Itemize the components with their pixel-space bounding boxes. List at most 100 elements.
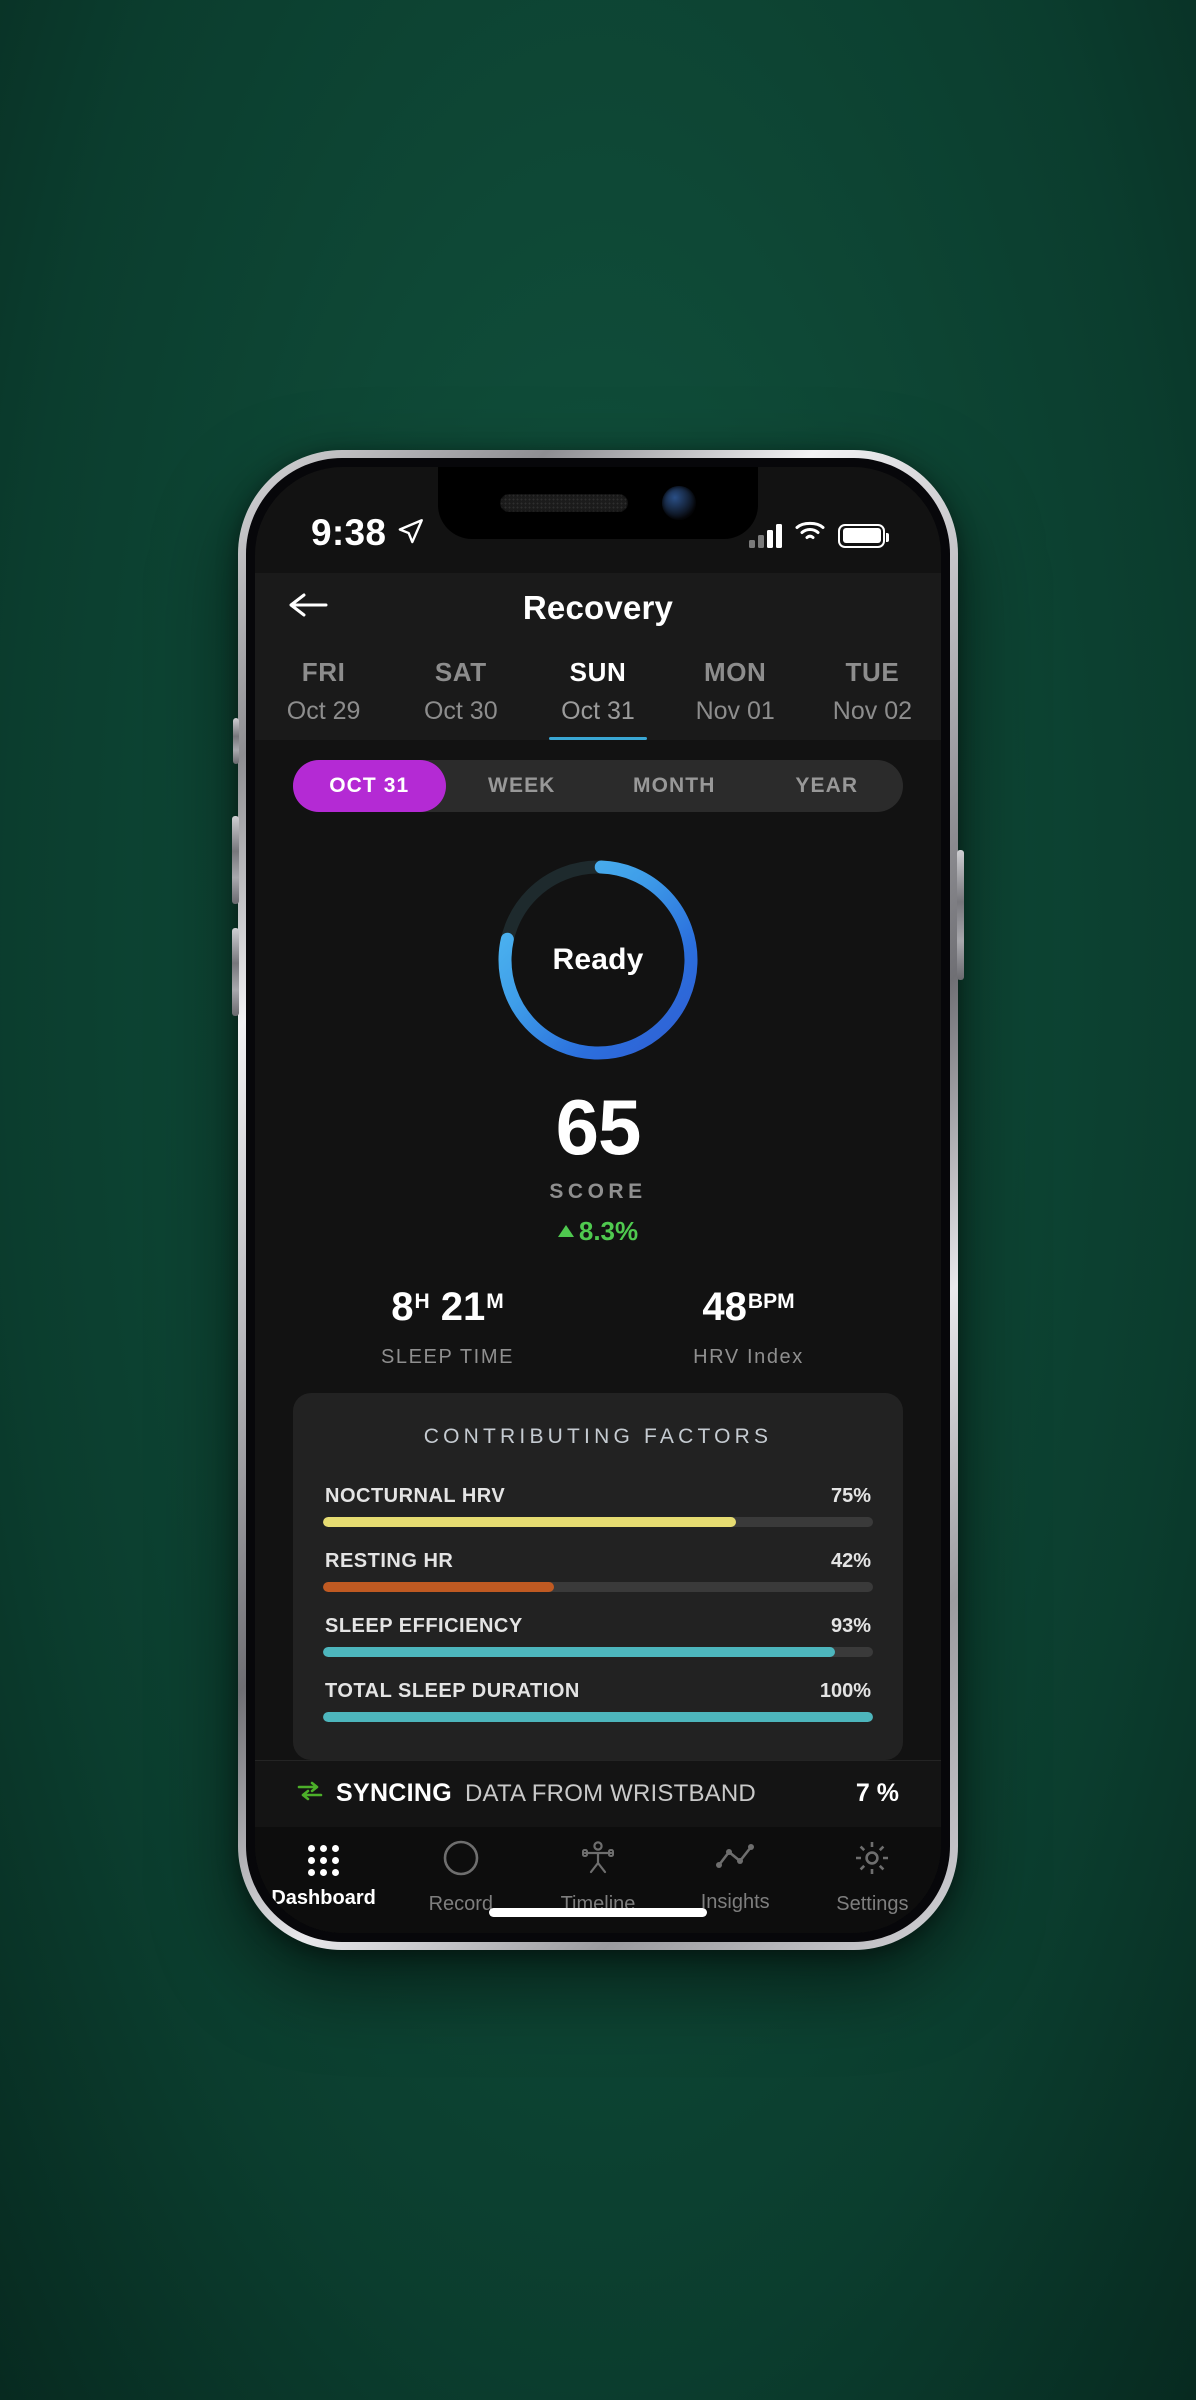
page-title: Recovery (522, 588, 674, 626)
circle-icon (442, 1839, 480, 1882)
recovery-ring-section: Ready (255, 854, 941, 1066)
navigation-bar: Recovery (255, 573, 941, 643)
sync-status-left: SYNCING DATA FROM WRISTBAND (297, 1779, 756, 1808)
phone-screen: Recovery FRI Oct 29 SAT Oct 30 SUN Oct 3… (255, 467, 941, 1933)
factor-header: SLEEP EFFICIENCY 93% (323, 1615, 873, 1638)
volume-down-button[interactable] (232, 928, 239, 1016)
segment-week[interactable]: WEEK (446, 760, 599, 812)
factor-percent: 42% (830, 1549, 871, 1572)
date-item-sat[interactable]: SAT Oct 30 (392, 649, 529, 740)
sync-arrows-icon (297, 1780, 323, 1807)
stats-row: 8 H 21 M SLEEP TIME 48 BPM HRV Index (255, 1285, 941, 1369)
factor-fill (323, 1646, 835, 1657)
date-day: Nov 01 (695, 696, 775, 725)
bottom-tab-bar: Dashboard Record Timeline Insights Setti… (255, 1827, 941, 1933)
stat-value: 48 BPM (598, 1285, 899, 1330)
factor-name: TOTAL SLEEP DURATION (325, 1679, 580, 1702)
date-item-fri[interactable]: FRI Oct 29 (255, 649, 392, 740)
tab-label: Insights (700, 1890, 770, 1913)
battery-icon (838, 523, 889, 548)
tab-dashboard[interactable]: Dashboard (255, 1844, 392, 1910)
grid-dots-icon (308, 1844, 340, 1876)
stat-sleep-time[interactable]: 8 H 21 M SLEEP TIME (297, 1285, 598, 1369)
date-day: Oct 30 (423, 696, 498, 725)
sleep-minutes: 21 (440, 1284, 486, 1329)
factor-row[interactable]: TOTAL SLEEP DURATION 100% (323, 1680, 873, 1722)
tab-settings[interactable]: Settings (804, 1839, 941, 1916)
score-label: SCORE (549, 1179, 647, 1203)
segment-month[interactable]: MONTH (598, 760, 751, 812)
segment-year[interactable]: YEAR (751, 760, 904, 812)
score-value: 65 (555, 1082, 642, 1171)
location-arrow-icon (397, 512, 424, 554)
factor-name: SLEEP EFFICIENCY (325, 1614, 523, 1637)
date-item-sun[interactable]: SUN Oct 31 (529, 649, 666, 740)
tab-record[interactable]: Record (392, 1839, 529, 1916)
stat-hrv-index[interactable]: 48 BPM HRV Index (598, 1285, 899, 1369)
tab-label: Settings (836, 1892, 909, 1915)
sleep-hours: 8 (391, 1284, 414, 1329)
sync-percent: 7 % (855, 1779, 899, 1808)
back-button[interactable] (281, 581, 335, 635)
date-day: Oct 31 (561, 696, 635, 725)
app-root: Recovery FRI Oct 29 SAT Oct 30 SUN Oct 3… (255, 467, 941, 1933)
contributing-factors-card: CONTRIBUTING FACTORS NOCTURNAL HRV 75% R… (293, 1392, 903, 1760)
date-weekday: SUN (569, 656, 627, 687)
card-title: CONTRIBUTING FACTORS (423, 1424, 773, 1448)
recovery-ring: Ready (492, 854, 704, 1066)
score-section: 65 SCORE 8.3% (255, 1088, 941, 1247)
date-weekday: SAT (434, 656, 487, 687)
factor-row[interactable]: NOCTURNAL HRV 75% (323, 1485, 873, 1527)
phone-frame: Recovery FRI Oct 29 SAT Oct 30 SUN Oct 3… (232, 450, 964, 1950)
home-indicator[interactable] (489, 1908, 707, 1917)
sleep-minutes-unit: M (486, 1289, 504, 1313)
date-item-tue[interactable]: TUE Nov 02 (804, 649, 941, 740)
factor-row[interactable]: RESTING HR 42% (323, 1550, 873, 1592)
factor-track (323, 1646, 873, 1657)
segment-day[interactable]: OCT 31 (293, 759, 446, 812)
silent-switch[interactable] (233, 718, 239, 764)
hrv-unit: BPM (747, 1289, 795, 1313)
score-delta-value: 8.3% (578, 1215, 639, 1246)
phone-bezel: Recovery FRI Oct 29 SAT Oct 30 SUN Oct 3… (246, 458, 950, 1942)
line-chart-icon (715, 1841, 755, 1880)
trend-up-icon (557, 1225, 574, 1238)
stat-value: 8 H 21 M (297, 1285, 598, 1330)
person-icon (579, 1839, 617, 1882)
sync-status-text: SYNCING (336, 1779, 453, 1808)
date-day: Oct 29 (286, 696, 361, 725)
contributing-factors-wrapper: CONTRIBUTING FACTORS NOCTURNAL HRV 75% R… (255, 1369, 941, 1760)
tab-insights[interactable]: Insights (667, 1841, 804, 1914)
status-bar-left: 9:38 (311, 512, 424, 554)
date-weekday: FRI (301, 656, 346, 687)
volume-up-button[interactable] (232, 816, 239, 904)
tab-label: Record (428, 1892, 494, 1915)
factor-percent: 75% (830, 1484, 871, 1507)
hrv-value: 48 (702, 1284, 747, 1329)
factor-header: RESTING HR 42% (323, 1550, 873, 1573)
ring-status-label: Ready (552, 942, 644, 976)
cellular-signal-icon (749, 523, 782, 548)
stat-label: HRV Index (693, 1345, 804, 1368)
range-selector-wrapper: OCT 31 WEEK MONTH YEAR (255, 739, 941, 812)
factor-percent: 93% (830, 1614, 871, 1637)
tab-timeline[interactable]: Timeline (529, 1839, 666, 1916)
earpiece-speaker (500, 494, 628, 512)
factor-row[interactable]: SLEEP EFFICIENCY 93% (323, 1615, 873, 1657)
tab-label: Dashboard (271, 1886, 376, 1909)
date-selector: FRI Oct 29 SAT Oct 30 SUN Oct 31 MON Nov… (255, 642, 941, 740)
stat-label: SLEEP TIME (380, 1345, 515, 1368)
factor-header: NOCTURNAL HRV 75% (323, 1485, 873, 1508)
sleep-hours-unit: H (414, 1289, 430, 1313)
date-weekday: MON (703, 656, 767, 687)
date-item-mon[interactable]: MON Nov 01 (667, 649, 804, 740)
factor-track (323, 1711, 873, 1722)
factor-track (323, 1581, 873, 1592)
date-day: Nov 02 (832, 696, 913, 725)
power-button[interactable] (957, 850, 964, 980)
sync-detail-text: DATA FROM WRISTBAND (465, 1779, 756, 1807)
range-segmented-control: OCT 31 WEEK MONTH YEAR (293, 759, 904, 812)
sync-status-bar[interactable]: SYNCING DATA FROM WRISTBAND 7 % (255, 1759, 941, 1828)
wifi-icon (794, 519, 826, 548)
factor-fill (323, 1516, 736, 1527)
